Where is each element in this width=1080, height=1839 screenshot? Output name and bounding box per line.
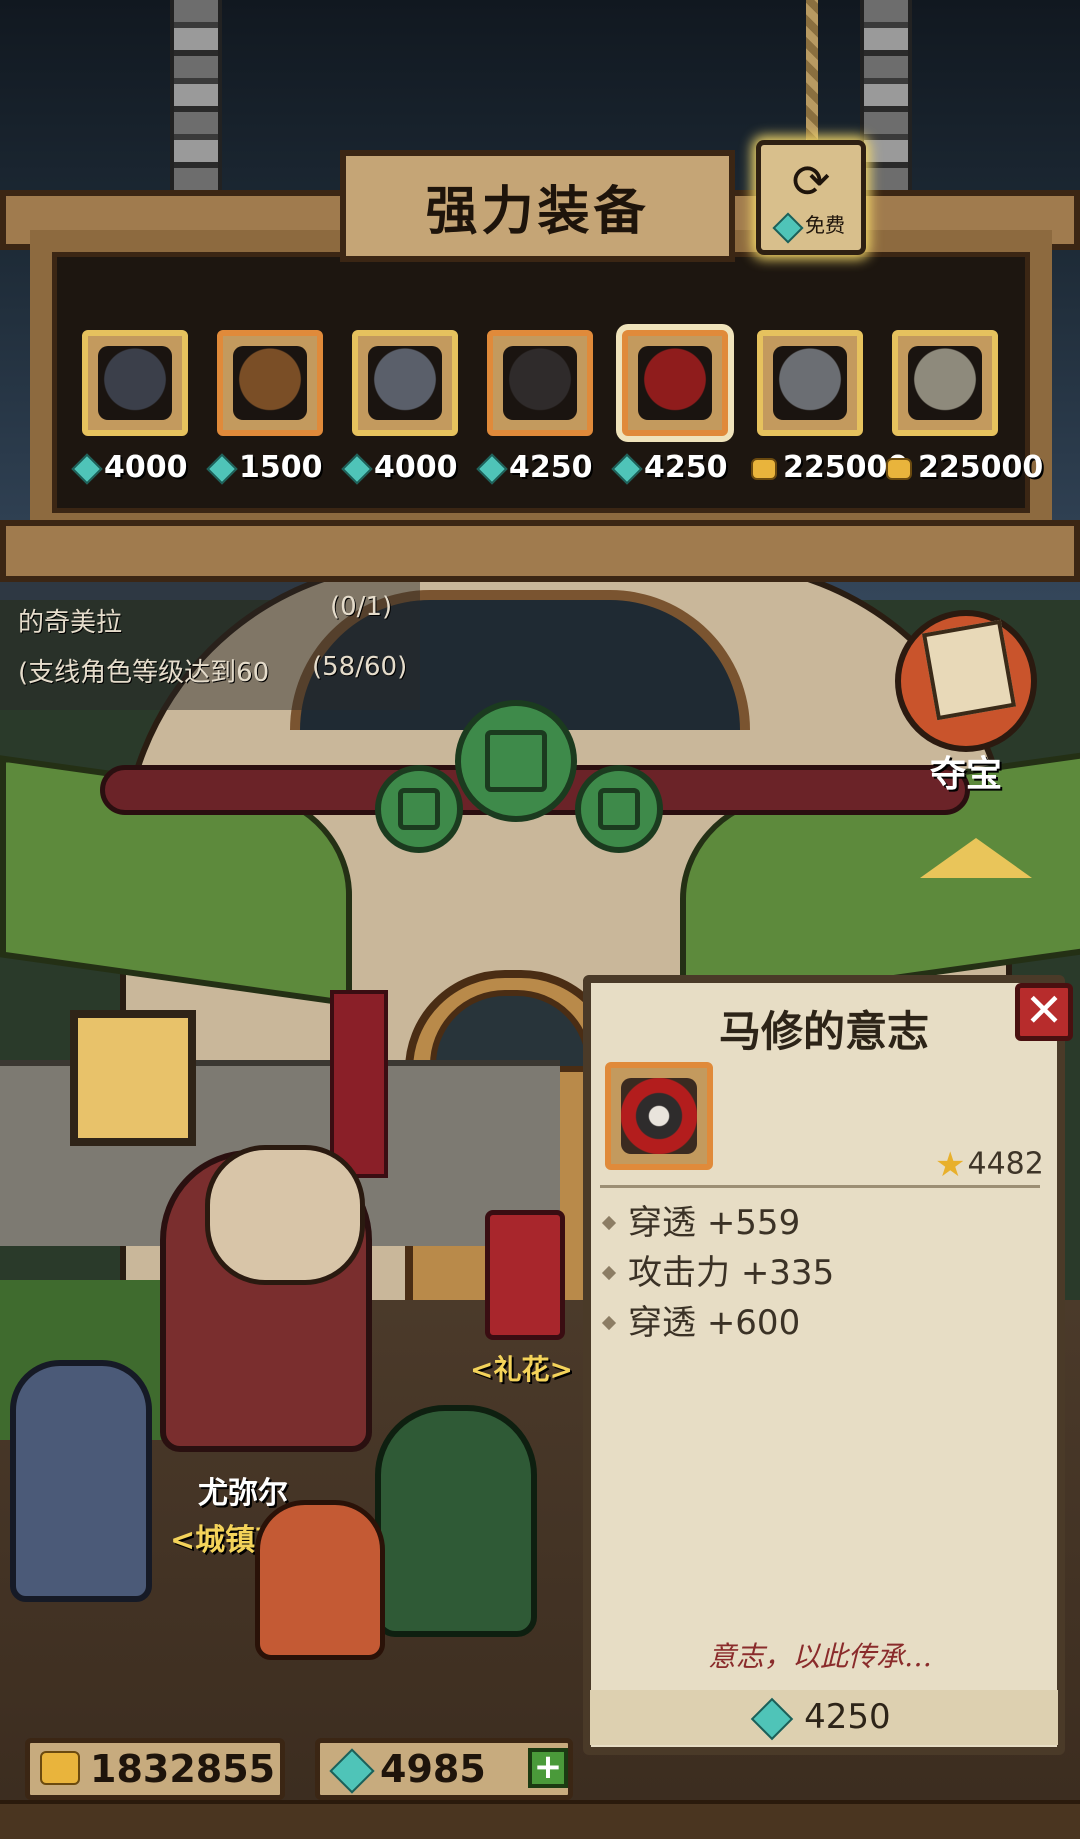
shop-item-slot[interactable] xyxy=(892,330,998,436)
bottom-toolbar xyxy=(0,1800,1080,1839)
shop-item-price: 225000 xyxy=(886,450,1043,485)
star-icon: ★ xyxy=(935,1145,966,1185)
gold-coin-icon xyxy=(886,457,912,480)
buy-price-button[interactable]: 4250 xyxy=(590,1690,1058,1745)
shop-item-price-value: 4250 xyxy=(644,450,728,485)
treasure-hunt-label: 夺宝 xyxy=(930,754,1003,795)
shop-item-price: 4250 xyxy=(611,450,728,485)
shop-item-price-value: 4250 xyxy=(509,450,593,485)
gem-icon xyxy=(329,1748,375,1794)
merchant-face xyxy=(205,1145,365,1285)
shop-item-price: 4000 xyxy=(341,450,458,485)
shop-item-price: 4250 xyxy=(476,450,593,485)
shop-item-price: 1500 xyxy=(206,450,323,485)
quest-tracker[interactable]: 的奇美拉 (0/1) (支线角色等级达到60 (58/60) xyxy=(0,580,420,710)
refresh-icon: ⟳ xyxy=(791,154,831,208)
shop-item-price-value: 225000 xyxy=(918,450,1044,485)
diamond-bullet-icon xyxy=(601,1265,617,1281)
stat-name: 穿透 xyxy=(628,1203,696,1243)
stat-name: 穿透 xyxy=(628,1303,696,1343)
dark-claw-icon xyxy=(503,346,577,420)
shop-item-slot[interactable] xyxy=(757,330,863,436)
stat-row: 攻击力 +335 xyxy=(600,1245,834,1294)
treasure-hunt-button[interactable] xyxy=(895,610,1037,752)
npc-title-gift[interactable]: <礼花> xyxy=(470,1348,573,1388)
shop-item-price: 4000 xyxy=(71,450,188,485)
gem-icon xyxy=(476,452,508,485)
flavor-text: 意志，以此传承… xyxy=(707,1640,932,1673)
gem-icon xyxy=(611,452,643,485)
red-banner xyxy=(330,990,388,1178)
divider xyxy=(600,1185,1040,1188)
power-score-value: 4482 xyxy=(967,1146,1044,1182)
chain-left xyxy=(170,0,222,190)
coin-counter: 1832855 xyxy=(25,1738,285,1800)
quest-progress: (58/60) xyxy=(312,652,408,682)
shop-title: 强力装备 xyxy=(425,181,650,242)
shop-item-price-value: 4000 xyxy=(104,450,188,485)
stat-row: 穿透 +600 xyxy=(600,1295,800,1344)
gem-icon xyxy=(772,211,804,244)
shop-item-price-value: 1500 xyxy=(239,450,323,485)
stat-value: +600 xyxy=(706,1303,801,1343)
shelf-bottom-plank xyxy=(0,520,1080,582)
red-tentacle-orb-icon xyxy=(621,1078,697,1154)
collapse-up-arrow-icon[interactable] xyxy=(920,838,1032,878)
red-tentacle-orb-icon xyxy=(638,346,712,420)
buy-price: 4250 xyxy=(804,1697,891,1737)
player-hooded-character[interactable] xyxy=(375,1405,537,1637)
close-button[interactable]: ✕ xyxy=(1015,983,1073,1041)
shop-item-slot[interactable] xyxy=(487,330,593,436)
jade-medallion-icon xyxy=(375,765,463,853)
lantern-icon xyxy=(70,1010,196,1146)
shop-item-price-value: 4000 xyxy=(374,450,458,485)
stat-value: +335 xyxy=(740,1253,835,1293)
wooden-gauntlet-icon xyxy=(233,346,307,420)
stat-value: +559 xyxy=(706,1203,801,1243)
quest-text: (支线角色等级达到60 xyxy=(18,658,270,688)
gem-icon xyxy=(751,1697,794,1740)
coin-amount: 1832855 xyxy=(90,1747,276,1791)
fox-girl-character[interactable] xyxy=(255,1500,385,1660)
shop-item-slot[interactable] xyxy=(622,330,728,436)
close-icon: ✕ xyxy=(1024,983,1064,1037)
refresh-label: 免费 xyxy=(805,213,845,237)
dark-helmet-icon xyxy=(98,346,172,420)
jade-medallion-icon xyxy=(455,700,577,822)
shop-title-plank: 强力装备 xyxy=(340,150,735,262)
spiked-blade-icon xyxy=(368,346,442,420)
add-gems-button[interactable]: + xyxy=(528,1748,568,1788)
npc-name-merchant[interactable]: 尤弥尔 xyxy=(198,1468,288,1512)
shop-item-slot[interactable] xyxy=(82,330,188,436)
diamond-bullet-icon xyxy=(601,1315,617,1331)
detail-item-frame xyxy=(605,1062,713,1170)
horned-helmet-icon xyxy=(773,346,847,420)
gold-coin-icon xyxy=(40,1751,80,1785)
stat-row: 穿透 +559 xyxy=(600,1195,800,1244)
chain-right xyxy=(860,0,912,190)
power-score: ★4482 xyxy=(935,1145,1044,1185)
winged-helmet-icon xyxy=(908,346,982,420)
gift-firework-npc[interactable] xyxy=(485,1210,565,1340)
gold-coin-icon xyxy=(751,457,777,480)
diamond-bullet-icon xyxy=(601,1215,617,1231)
gem-icon xyxy=(71,452,103,485)
item-name: 马修的意志 xyxy=(718,1007,929,1056)
gem-icon xyxy=(341,452,373,485)
shop-item-slot[interactable] xyxy=(217,330,323,436)
shop-item-slot[interactable] xyxy=(352,330,458,436)
rope xyxy=(806,0,818,150)
samurai-character[interactable] xyxy=(10,1360,152,1602)
gem-amount: 4985 xyxy=(380,1747,486,1791)
shop-item-price: 225000 xyxy=(751,450,908,485)
quest-text: 的奇美拉 xyxy=(18,608,123,638)
refresh-button[interactable]: ⟳ 免费 xyxy=(756,140,866,255)
stat-name: 攻击力 xyxy=(628,1253,730,1293)
gem-icon xyxy=(206,452,238,485)
jade-medallion-icon xyxy=(575,765,663,853)
quest-progress: (0/1) xyxy=(330,592,393,622)
